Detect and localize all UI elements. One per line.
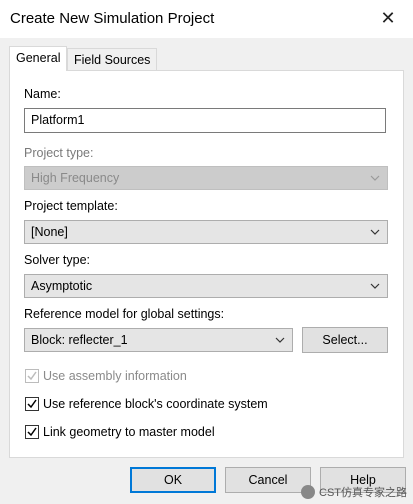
reference-model-dropdown[interactable]: Block: reflecter_1 xyxy=(24,328,293,352)
solver-type-dropdown[interactable]: Asymptotic xyxy=(24,274,388,298)
chevron-down-icon xyxy=(275,337,285,343)
window-title: Create New Simulation Project xyxy=(10,10,215,27)
project-template-dropdown[interactable]: [None] xyxy=(24,220,388,244)
checkmark-icon xyxy=(27,371,37,381)
link-geometry-checkbox[interactable] xyxy=(25,425,39,439)
project-template-label: Project template: xyxy=(24,199,118,213)
link-geometry-label[interactable]: Link geometry to master model xyxy=(43,425,215,439)
solver-type-value: Asymptotic xyxy=(31,279,93,293)
cancel-button[interactable]: Cancel xyxy=(225,467,311,493)
use-assembly-info-checkbox xyxy=(25,369,39,383)
project-template-value: [None] xyxy=(31,225,68,239)
dialog: Create New Simulation Project ✕ General … xyxy=(0,0,413,504)
checkmark-icon xyxy=(27,427,37,437)
title-bar: Create New Simulation Project ✕ xyxy=(0,0,413,38)
chevron-down-icon xyxy=(370,283,380,289)
project-type-value: High Frequency xyxy=(31,171,120,185)
use-reference-block-cs-label[interactable]: Use reference block's coordinate system xyxy=(43,397,268,411)
reference-model-value: Block: reflecter_1 xyxy=(31,333,128,347)
name-label: Name: xyxy=(24,87,61,101)
project-type-dropdown: High Frequency xyxy=(24,166,388,190)
tab-field-sources[interactable]: Field Sources xyxy=(67,48,158,71)
chevron-down-icon xyxy=(370,229,380,235)
ok-button[interactable]: OK xyxy=(130,467,216,493)
use-assembly-info-label: Use assembly information xyxy=(43,369,187,383)
watermark: CST仿真专家之路 xyxy=(301,484,407,500)
chevron-down-icon xyxy=(370,175,380,181)
project-type-label: Project type: xyxy=(24,146,94,160)
watermark-text: CST仿真专家之路 xyxy=(319,487,407,499)
name-field[interactable]: Platform1 xyxy=(24,108,386,133)
reference-model-label: Reference model for global settings: xyxy=(24,307,225,321)
use-reference-block-cs-checkbox[interactable] xyxy=(25,397,39,411)
wechat-icon xyxy=(301,485,315,499)
checkmark-icon xyxy=(27,399,37,409)
close-icon[interactable]: ✕ xyxy=(377,6,399,30)
tab-general[interactable]: General xyxy=(9,46,68,71)
solver-type-label: Solver type: xyxy=(24,253,91,267)
general-panel: Name: Platform1 Project type: High Frequ… xyxy=(9,70,404,458)
select-button[interactable]: Select... xyxy=(302,327,388,353)
